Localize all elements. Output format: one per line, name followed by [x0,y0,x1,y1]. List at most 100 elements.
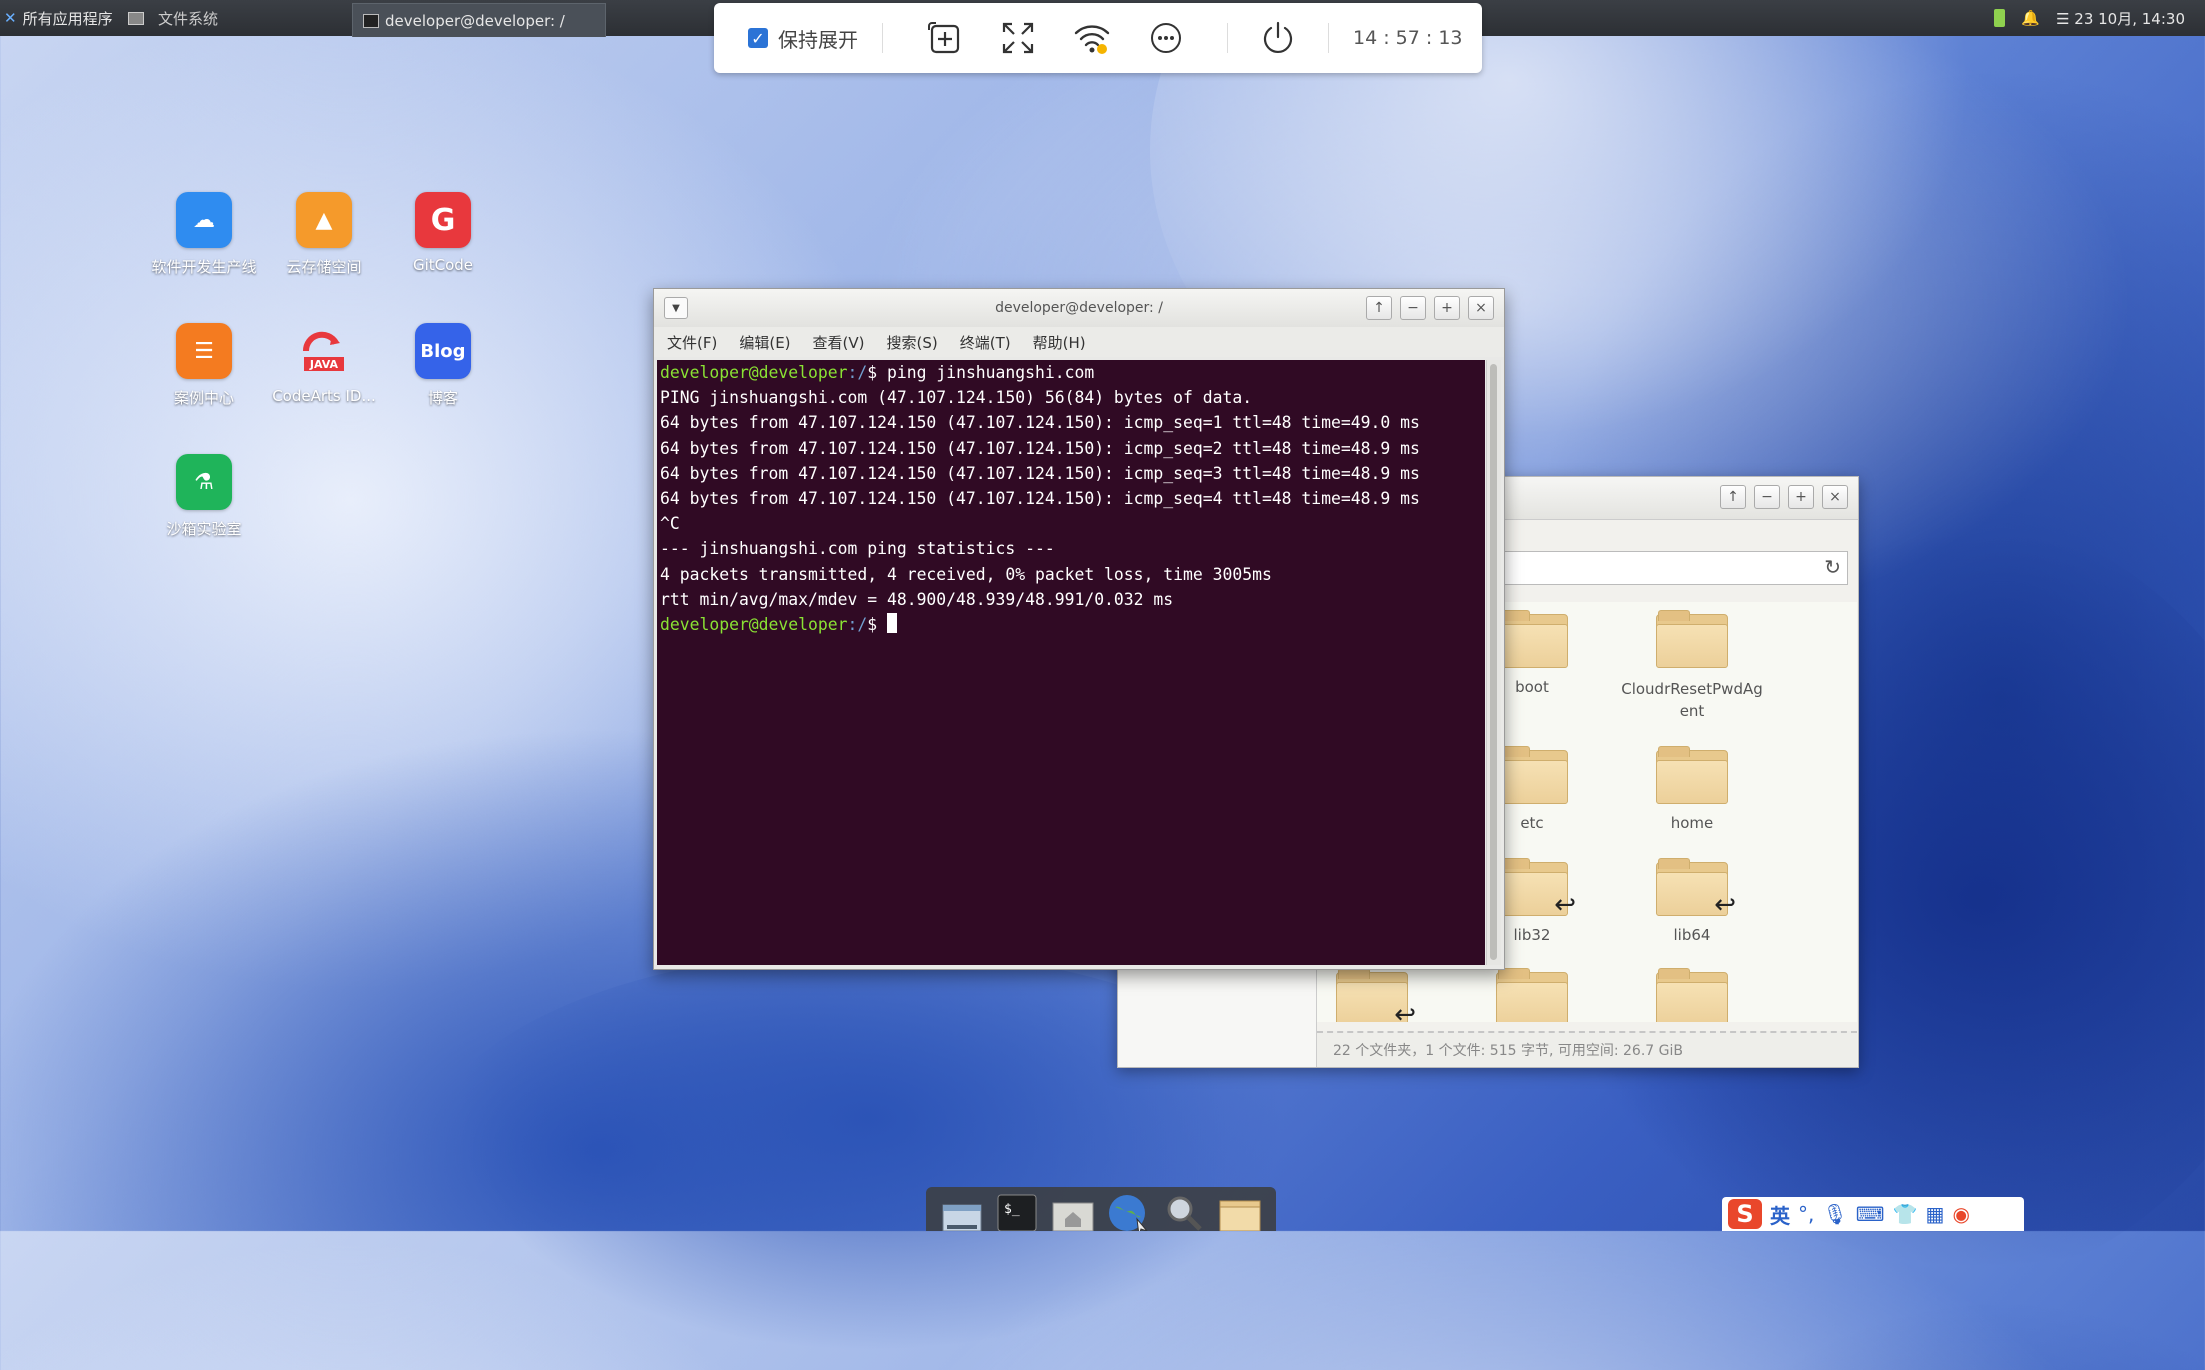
battery-icon[interactable] [1994,9,2006,27]
terminal-icon [363,13,379,28]
output-line: 64 bytes from 47.107.124.150 (47.107.124… [660,463,1420,483]
window-buttons: ↑ − + × [1720,485,1848,509]
window-maximize-icon[interactable]: + [1434,296,1460,320]
window-close-icon[interactable]: × [1468,296,1494,320]
prompt-user: developer@developer [660,615,848,635]
clock-label: 23 10月, 14:30 [2074,9,2185,28]
prompt-symbol: $ [867,363,887,382]
power-icon[interactable] [1258,18,1298,58]
wifi-icon[interactable] [1072,18,1112,58]
terminal-menubar: 文件(F) 编辑(E) 查看(V) 搜索(S) 终端(T) 帮助(H) [654,327,1504,357]
language-toggle[interactable]: 英 [1770,1200,1790,1229]
fullscreen-icon[interactable] [998,18,1038,58]
separator [1227,23,1228,53]
folder-item[interactable]: ↩ [1317,968,1447,1022]
folder-icon[interactable] [1217,1191,1263,1231]
clock[interactable]: ☰ 23 10月, 14:30 [2056,8,2185,29]
menu-file[interactable]: 文件(F) [667,332,717,353]
output-line: 64 bytes from 47.107.124.150 (47.107.124… [660,489,1420,509]
session-timer: 14 : 57 : 13 [1353,27,1463,49]
taskbar-label: 文件系统 [158,9,219,28]
desktop-icon-cloud-storage[interactable]: ▲ 云存储空间 [259,192,389,277]
skin-icon[interactable]: 👕 [1893,1202,1918,1226]
desktop-icon-case-center[interactable]: ☰ 案例中心 [139,323,269,408]
dock: $_ [926,1187,1276,1231]
window-up-icon[interactable]: ↑ [1720,485,1746,509]
add-window-icon[interactable] [924,18,964,58]
keep-expanded-checkbox[interactable]: ✓ [748,28,768,48]
terminal-titlebar[interactable]: ▼ developer@developer: / ↑ − + × [654,289,1504,327]
folder-icon [1656,746,1728,804]
terminal-icon[interactable]: $_ [994,1191,1040,1231]
folder-link-icon: ↩ [1656,858,1736,920]
sogou-logo-icon[interactable]: S [1728,1199,1762,1229]
output-line: 64 bytes from 47.107.124.150 (47.107.124… [660,413,1420,433]
java-icon: JAVA [296,323,352,379]
ime-toolbar: S 英 °, 🎙 ⌨ 👕 ▦ ◉ [1722,1197,2024,1231]
applications-menu-label: 所有应用程序 [22,9,113,28]
menu-view[interactable]: 查看(V) [813,332,865,353]
desktop-icon-label: 案例中心 [173,389,234,407]
output-line: ^C [660,514,680,534]
window-maximize-icon[interactable]: + [1788,485,1814,509]
desktop-icon-codearts-idea[interactable]: JAVA CodeArts ID... [259,323,389,405]
prompt-user: developer@developer [660,363,848,382]
output-line: --- jinshuangshi.com ping statistics --- [660,539,1055,559]
terminal-title: developer@developer: / [995,300,1163,316]
desktop-icon-gitcode[interactable]: G GitCode [378,192,508,274]
keyboard-icon[interactable]: ⌨ [1856,1202,1885,1226]
menu-help[interactable]: 帮助(H) [1033,332,1086,353]
folder-item[interactable]: home [1617,746,1767,832]
more-icon[interactable] [1146,18,1186,58]
folder-icon [1496,968,1568,1022]
mascot-icon[interactable]: ◉ [1952,1202,1969,1226]
window-menu-icon[interactable]: ▼ [664,297,688,319]
menu-search[interactable]: 搜索(S) [887,332,938,353]
folder-item[interactable]: ↩ lib64 [1617,858,1767,944]
window-up-icon[interactable]: ↑ [1366,296,1392,320]
punctuation-icon[interactable]: °, [1798,1202,1814,1226]
location-bar[interactable]: ↻ [1468,551,1848,585]
show-desktop-icon[interactable] [939,1191,985,1231]
folder-name: CloudrResetPwdAgent [1621,680,1763,720]
applications-menu[interactable]: ✕ 所有应用程序 [4,0,113,36]
scrollbar-thumb[interactable] [1490,364,1497,960]
separator [882,23,883,53]
microphone-icon[interactable]: 🎙 [1822,1202,1847,1226]
window-minimize-icon[interactable]: − [1400,296,1426,320]
output-line: 64 bytes from 47.107.124.150 (47.107.124… [660,438,1420,458]
svg-text:JAVA: JAVA [309,358,339,371]
bell-icon[interactable]: 🔔 [2021,9,2040,27]
xfce-logo-icon: ✕ [4,9,17,27]
terminal-scrollbar[interactable] [1486,360,1501,965]
search-icon[interactable] [1161,1191,1207,1231]
menu-edit[interactable]: 编辑(E) [739,332,790,353]
reload-icon[interactable]: ↻ [1824,555,1841,579]
terminal-output[interactable]: developer@developer:/$ ping jinshuangshi… [657,360,1485,965]
home-folder-icon[interactable] [1050,1191,1096,1231]
web-browser-icon[interactable] [1106,1191,1152,1231]
desktop-icon-sandbox-lab[interactable]: ⚗ 沙箱实验室 [139,454,269,539]
output-line: 4 packets transmitted, 4 received, 0% pa… [660,564,1272,584]
prompt-path: :/ [847,615,868,635]
taskbar-item-terminal[interactable]: developer@developer: / [352,3,606,37]
toolbox-icon[interactable]: ▦ [1926,1202,1945,1226]
flask-icon: ⚗ [176,454,232,510]
window-minimize-icon[interactable]: − [1754,485,1780,509]
folder-icon [1656,968,1728,1022]
desktop-icon-devcloud[interactable]: ☁ 软件开发生产线 [139,192,269,277]
prompt-symbol: $ [867,615,887,635]
folder-link-icon: ↩ [1496,858,1576,920]
system-tray: 🔔 ☰ 23 10月, 14:30 [1994,0,2185,36]
remote-toolbar: ✓ 保持展开 14 : 57 : 13 [714,3,1482,73]
desktop-icon-blog[interactable]: Blog 博客 [378,323,508,408]
menu-terminal[interactable]: 终端(T) [960,332,1011,353]
folder-item[interactable] [1617,968,1767,1022]
folder-item[interactable]: CloudrResetPwdAgent [1617,610,1767,722]
keep-expanded-label[interactable]: 保持展开 [778,24,858,53]
command-text: ping jinshuangshi.com [887,363,1095,382]
taskbar-item-filemanager[interactable]: 文件系统 [128,0,218,36]
folder-item[interactable] [1457,968,1607,1022]
window-close-icon[interactable]: × [1822,485,1848,509]
desktop-icon-label: 博客 [427,389,458,407]
